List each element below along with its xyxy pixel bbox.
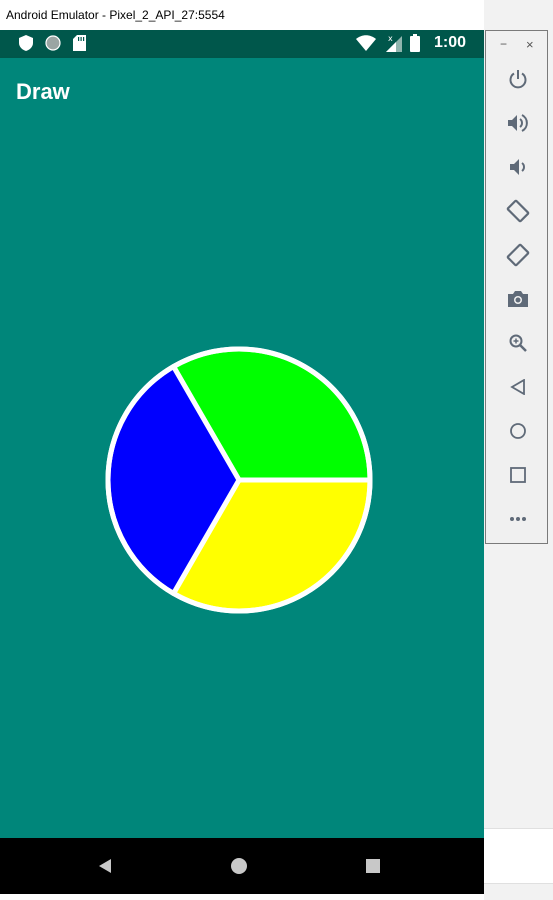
volume-up-icon	[507, 114, 528, 132]
side-panel-bottom	[484, 828, 553, 884]
home-button[interactable]	[486, 411, 549, 451]
toolbar-close-button[interactable]: ×	[526, 37, 534, 52]
sd-card-icon	[73, 35, 86, 51]
nav-overview-button[interactable]	[343, 838, 403, 894]
toolbar-minimize-button[interactable]: −	[500, 37, 507, 51]
camera-icon	[507, 291, 528, 307]
power-icon	[509, 70, 526, 89]
window-title: Android Emulator - Pixel_2_API_27:5554	[6, 8, 225, 22]
app-title: Draw	[16, 79, 70, 104]
circle-status-icon	[45, 35, 61, 51]
more-button[interactable]	[486, 499, 549, 539]
back-button[interactable]	[486, 367, 549, 407]
svg-text:x: x	[388, 34, 393, 43]
volume-down-icon	[509, 159, 525, 175]
nav-back-button[interactable]	[75, 838, 135, 894]
screenshot-button[interactable]	[486, 279, 549, 319]
app-bar: Draw	[0, 58, 484, 124]
home-icon	[509, 423, 526, 439]
rotate-left-icon	[506, 199, 529, 223]
rotate-right-icon	[506, 243, 529, 267]
navigation-bar	[0, 838, 484, 894]
more-icon	[509, 517, 526, 521]
drawing-canvas	[0, 124, 484, 838]
back-icon	[509, 379, 525, 395]
zoom-button[interactable]	[486, 323, 549, 363]
wifi-icon	[355, 35, 376, 51]
emulator-toolbar: − ×	[485, 30, 548, 544]
emulator-screen: x 1:00 Draw	[0, 30, 484, 894]
pie-chart	[105, 346, 373, 614]
status-bar: x 1:00	[0, 30, 484, 58]
overview-icon	[509, 467, 526, 483]
back-triangle-icon	[99, 859, 111, 873]
cell-signal-icon: x	[385, 34, 402, 52]
overview-button[interactable]	[486, 455, 549, 495]
battery-icon	[409, 34, 420, 52]
shield-icon	[19, 35, 33, 51]
zoom-icon	[509, 334, 527, 352]
status-clock: 1:00	[433, 34, 466, 51]
window-title-bar: Android Emulator - Pixel_2_API_27:5554	[0, 0, 485, 30]
overview-square-icon	[366, 859, 380, 873]
volume-up-button[interactable]	[486, 103, 549, 143]
rotate-right-button[interactable]	[486, 235, 549, 275]
nav-home-button[interactable]	[209, 838, 269, 894]
volume-down-button[interactable]	[486, 147, 549, 187]
home-circle-icon	[231, 858, 247, 874]
rotate-left-button[interactable]	[486, 191, 549, 231]
power-button[interactable]	[486, 59, 549, 99]
